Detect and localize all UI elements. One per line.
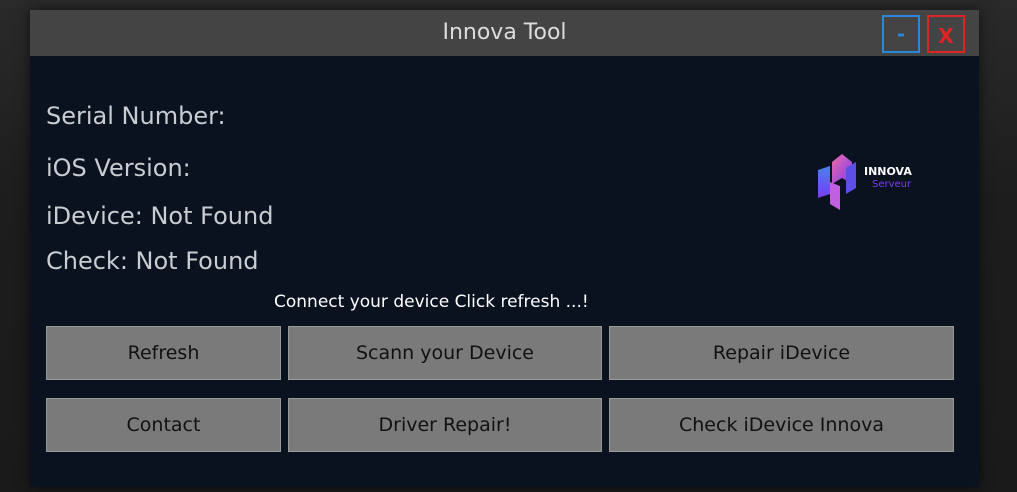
title-bar[interactable]: Innova Tool - X [30, 10, 979, 56]
app-window: Innova Tool - X Serial Number: iOS Versi… [30, 10, 979, 487]
minimize-button[interactable]: - [882, 15, 920, 53]
refresh-button[interactable]: Refresh [46, 326, 281, 380]
driver-repair-button[interactable]: Driver Repair! [288, 398, 602, 452]
ios-version-label: iOS Version: [46, 154, 191, 182]
close-button[interactable]: X [927, 15, 965, 53]
serial-number-label: Serial Number: [46, 102, 226, 130]
check-idevice-innova-button[interactable]: Check iDevice Innova [609, 398, 954, 452]
innova-logo: INNOVA Serveur [816, 148, 936, 218]
scan-device-button[interactable]: Scann your Device [288, 326, 602, 380]
idevice-status-label: iDevice: Not Found [46, 202, 274, 230]
logo-name: INNOVA [864, 165, 912, 178]
logo-subtitle: Serveur [872, 179, 912, 190]
check-status-label: Check: Not Found [46, 247, 259, 275]
window-title: Innova Tool [442, 20, 567, 45]
repair-idevice-button[interactable]: Repair iDevice [609, 326, 954, 380]
innova-logo-icon [818, 154, 856, 210]
status-message: Connect your device Click refresh ...! [274, 292, 589, 312]
contact-button[interactable]: Contact [46, 398, 281, 452]
